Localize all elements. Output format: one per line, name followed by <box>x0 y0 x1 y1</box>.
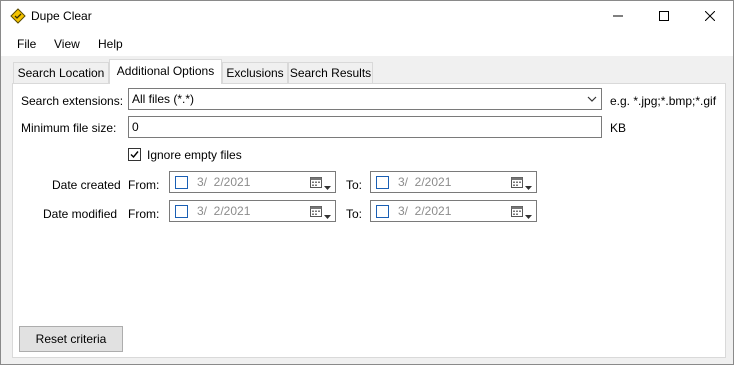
extensions-hint: e.g. *.jpg;*.bmp;*.gif <box>610 94 717 108</box>
created-to-label: To: <box>346 178 363 192</box>
tab-search-location[interactable]: Search Location <box>13 62 109 83</box>
title-bar[interactable]: Dupe Clear <box>1 1 733 31</box>
created-from-datepicker[interactable]: 3/ 2/2021 <box>169 171 336 193</box>
modified-to-label: To: <box>346 207 363 221</box>
chevron-down-icon <box>587 93 597 107</box>
dropdown-arrow-icon <box>324 180 331 194</box>
menu-view[interactable]: View <box>54 37 80 51</box>
modified-to-datepicker[interactable]: 3/ 2/2021 <box>370 200 537 222</box>
extensions-value: All files (*.*) <box>132 92 195 106</box>
minimize-icon <box>613 15 623 17</box>
reset-criteria-button[interactable]: Reset criteria <box>19 326 123 352</box>
window-title: Dupe Clear <box>31 9 92 23</box>
maximize-button[interactable] <box>641 1 687 31</box>
tab-exclusions[interactable]: Exclusions <box>222 62 288 83</box>
menu-bar: File View Help <box>1 31 733 57</box>
ignore-empty-label: Ignore empty files <box>147 148 242 162</box>
app-window: Dupe Clear File View Help Search Locatio… <box>0 0 734 365</box>
tab-strip: Search Location Additional Options Exclu… <box>1 57 733 84</box>
maximize-icon <box>659 11 669 21</box>
close-icon <box>705 11 715 21</box>
modified-from-datepicker[interactable]: 3/ 2/2021 <box>169 200 336 222</box>
date-created-label: Date created <box>52 178 121 192</box>
checkmark-icon <box>130 151 139 159</box>
tab-search-results[interactable]: Search Results <box>288 62 373 83</box>
min-size-input[interactable]: 0 <box>128 116 602 138</box>
ignore-empty-checkbox[interactable] <box>128 148 141 161</box>
modified-from-enable-checkbox[interactable] <box>175 205 188 218</box>
minimize-button[interactable] <box>595 1 641 31</box>
created-to-date: 3/ 2/2021 <box>398 175 452 189</box>
extensions-combobox[interactable]: All files (*.*) <box>128 88 602 110</box>
menu-help[interactable]: Help <box>98 37 123 51</box>
modified-from-label: From: <box>128 207 160 221</box>
calendar-icon <box>511 205 523 220</box>
created-from-label: From: <box>128 178 160 192</box>
min-size-label: Minimum file size: <box>21 121 117 135</box>
extensions-label: Search extensions: <box>21 94 124 108</box>
calendar-icon <box>511 176 523 191</box>
dropdown-arrow-icon <box>525 180 532 194</box>
tab-additional-options[interactable]: Additional Options <box>109 59 222 84</box>
close-button[interactable] <box>687 1 733 31</box>
modified-to-date: 3/ 2/2021 <box>398 204 452 218</box>
created-from-enable-checkbox[interactable] <box>175 176 188 189</box>
calendar-icon <box>310 205 322 220</box>
dropdown-arrow-icon <box>525 209 532 223</box>
created-to-enable-checkbox[interactable] <box>376 176 389 189</box>
date-modified-label: Date modified <box>43 207 118 221</box>
created-to-datepicker[interactable]: 3/ 2/2021 <box>370 171 537 193</box>
created-from-date: 3/ 2/2021 <box>197 175 251 189</box>
min-size-value: 0 <box>132 120 139 134</box>
calendar-icon <box>310 176 322 191</box>
modified-from-date: 3/ 2/2021 <box>197 204 251 218</box>
app-icon <box>10 8 26 24</box>
min-size-unit: KB <box>610 121 627 135</box>
dropdown-arrow-icon <box>324 209 331 223</box>
modified-to-enable-checkbox[interactable] <box>376 205 389 218</box>
additional-options-panel: Search extensions: All files (*.*) e.g. … <box>12 83 726 358</box>
menu-file[interactable]: File <box>17 37 36 51</box>
